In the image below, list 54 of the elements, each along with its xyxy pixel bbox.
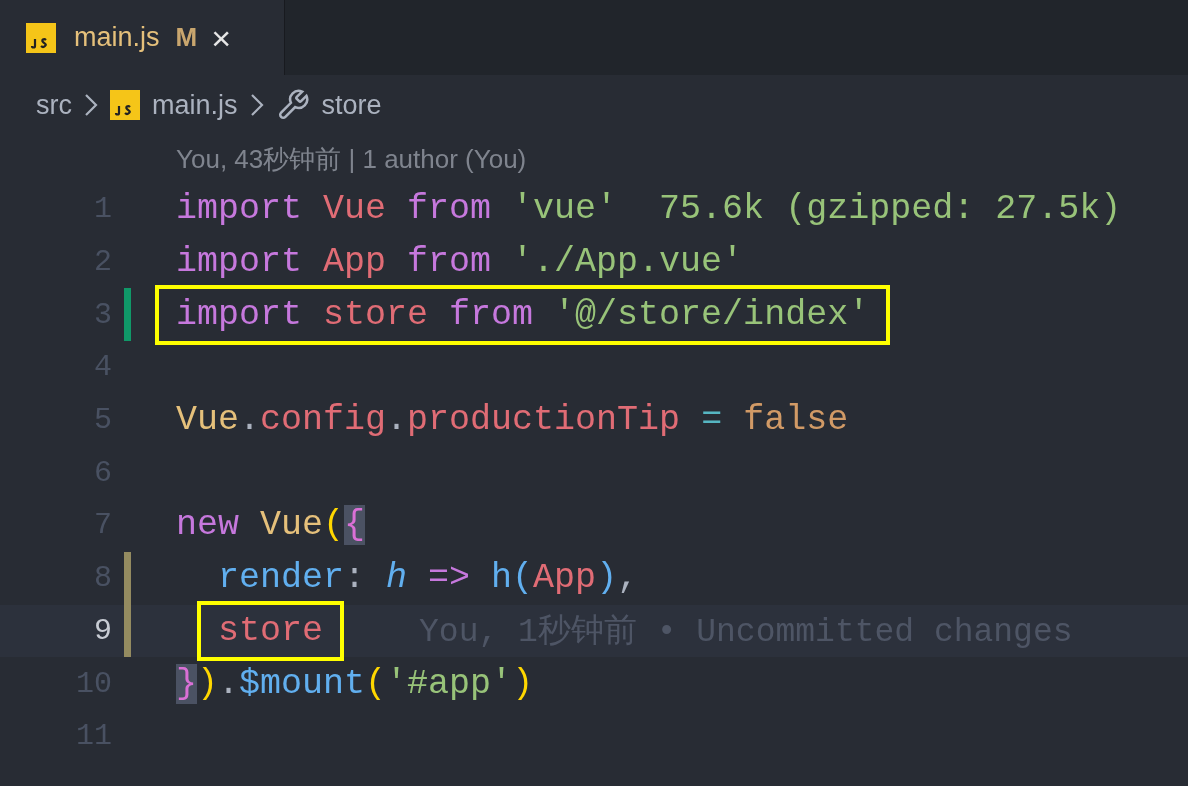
- code-token: =>: [428, 558, 472, 599]
- code-token: .: [218, 663, 240, 704]
- code-token: '@/store/index': [554, 294, 870, 335]
- code-token: productionTip: [407, 400, 682, 441]
- code-token: App: [323, 242, 388, 283]
- code-token: false: [743, 400, 849, 441]
- close-icon[interactable]: ×: [211, 20, 232, 55]
- code-token: import: [176, 294, 304, 335]
- code-token: :: [344, 558, 367, 599]
- code-token: from: [407, 242, 493, 283]
- codelens-text[interactable]: You, 43秒钟前 | 1 author (You): [0, 135, 1188, 183]
- code-token: }: [176, 663, 197, 704]
- code-token: ): [197, 663, 219, 704]
- code-token: (: [323, 505, 345, 546]
- code-token: from: [449, 294, 535, 335]
- code-token: config: [260, 400, 387, 441]
- code-token: '#app': [386, 663, 513, 704]
- editor-tab[interactable]: main.js M ×: [0, 0, 285, 75]
- code-token: =: [701, 400, 724, 441]
- breadcrumb-item[interactable]: store: [321, 89, 382, 121]
- chevron-right-icon: [249, 92, 264, 118]
- breadcrumb-item[interactable]: main.js: [152, 89, 238, 121]
- code-token: from: [407, 189, 493, 230]
- code-token: 'vue': [512, 189, 619, 230]
- code-token: Vue: [323, 189, 388, 230]
- chevron-right-icon: [84, 92, 98, 118]
- javascript-file-icon: [26, 22, 56, 53]
- code-token: Vue: [260, 505, 324, 546]
- code-token: new: [176, 505, 240, 546]
- code-token: (: [365, 663, 387, 704]
- code-token: $mount: [239, 663, 366, 704]
- code-token: import: [176, 189, 304, 230]
- code-token: store: [218, 610, 324, 651]
- javascript-file-icon: [110, 90, 140, 120]
- code-token: import: [176, 242, 304, 283]
- code-token: .: [386, 400, 408, 441]
- code-token: ): [596, 558, 618, 599]
- code-token: {: [344, 505, 366, 546]
- code-token: './App.vue': [512, 242, 744, 283]
- modified-label: M: [175, 22, 198, 53]
- code-token: Vue: [176, 400, 239, 441]
- tab-label: main.js: [74, 22, 160, 53]
- code-token: render: [218, 558, 345, 599]
- code-token: ): [512, 663, 534, 704]
- code-token: App: [533, 558, 597, 599]
- breadcrumb-item[interactable]: src: [36, 89, 72, 121]
- code-token: h: [491, 558, 513, 599]
- code-token: store: [323, 294, 430, 335]
- code-token: h: [386, 558, 409, 599]
- code-token: .: [239, 400, 261, 441]
- line-number: 9: [93, 613, 112, 648]
- code-token: (: [512, 558, 534, 599]
- code-token: ,: [617, 558, 639, 599]
- import-size-hint: 75.6k (gzipped: 27.5k): [659, 189, 1122, 230]
